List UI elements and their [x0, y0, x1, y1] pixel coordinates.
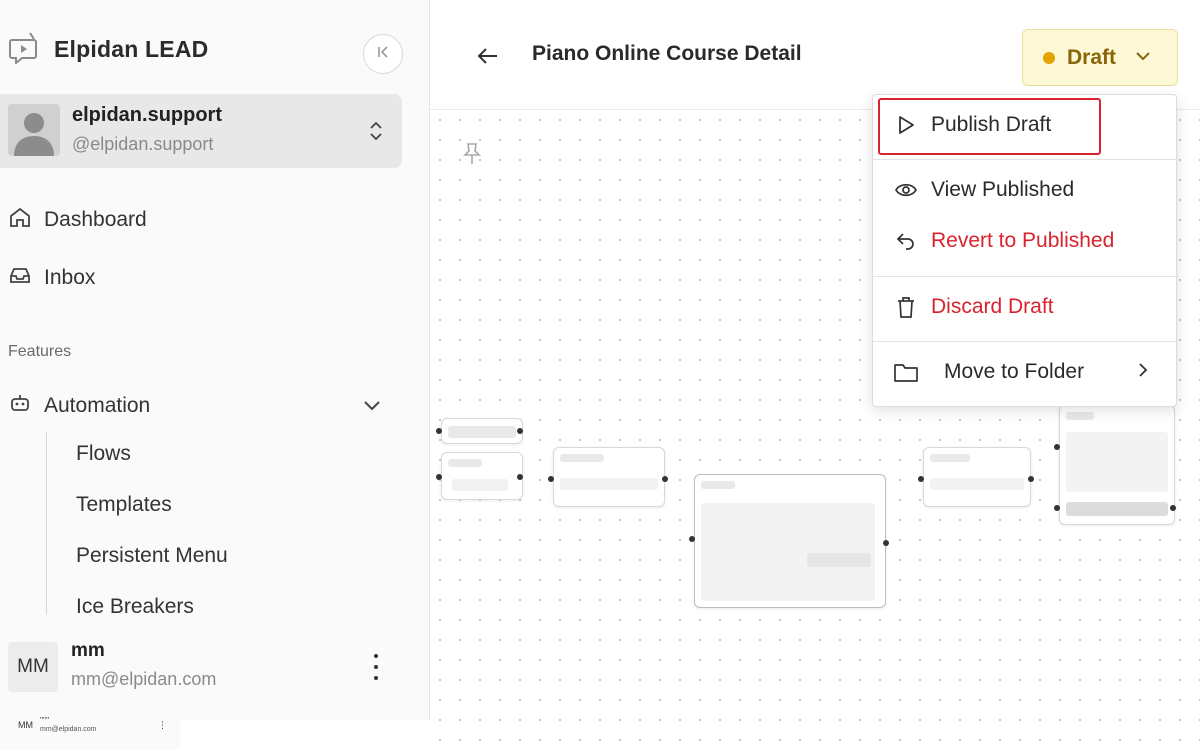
mini-user-avatar: MM — [18, 720, 33, 730]
menu-move-to-folder-label: Move to Folder — [944, 360, 1085, 383]
back-button[interactable] — [474, 44, 502, 72]
collapse-icon — [375, 44, 391, 65]
status-dropdown-button[interactable]: Draft — [1022, 29, 1178, 86]
mini-more-icon[interactable]: ⋮ — [158, 720, 167, 731]
mini-user-name: '''''' — [40, 716, 50, 725]
brand: Elpidan LEAD — [8, 30, 208, 69]
undo-icon — [893, 228, 919, 254]
subnav-flows[interactable]: Flows — [76, 442, 131, 466]
flow-node[interactable] — [1059, 405, 1175, 525]
robot-icon — [8, 391, 32, 421]
account-handle: @elpidan.support — [72, 134, 214, 154]
flow-node[interactable] — [923, 447, 1031, 507]
node-port — [436, 474, 442, 480]
user-email: mm@elpidan.com — [71, 669, 217, 689]
brand-title: Elpidan LEAD — [54, 36, 209, 62]
menu-publish-draft[interactable]: Publish Draft — [873, 105, 1178, 145]
status-label: Draft — [1067, 45, 1117, 69]
status-dropdown-menu: Publish Draft View Published Revert to P… — [872, 94, 1178, 407]
node-port — [1054, 444, 1060, 450]
account-switcher[interactable]: elpidan.support @elpidan.support — [0, 94, 402, 168]
nav-inbox-label: Inbox — [44, 266, 96, 289]
chevron-updown-icon — [362, 116, 390, 146]
node-port — [1170, 505, 1176, 511]
home-icon — [8, 205, 32, 235]
node-port — [662, 476, 668, 482]
nav-automation[interactable]: Automation — [8, 391, 150, 421]
inbox-icon — [8, 263, 32, 293]
folder-icon — [893, 359, 919, 385]
mini-user-footer: MM '''''' mm@elpidan.com ⋮ — [0, 713, 180, 750]
nav-dashboard-label: Dashboard — [44, 208, 147, 231]
nav-dashboard[interactable]: Dashboard — [8, 205, 147, 235]
node-port — [1028, 476, 1034, 482]
pin-icon[interactable] — [462, 142, 482, 171]
collapse-sidebar-button[interactable] — [363, 34, 403, 74]
nav-automation-label: Automation — [44, 394, 151, 417]
page-title: Piano Online Course Detail — [532, 42, 802, 65]
features-section-label: Features — [8, 343, 72, 360]
menu-view-published-label: View Published — [931, 178, 1075, 201]
user-profile: MM mm mm@elpidan.com — [8, 640, 403, 696]
user-avatar: MM — [8, 642, 58, 692]
subnav-ice-breakers[interactable]: Ice Breakers — [76, 595, 194, 619]
node-port — [918, 476, 924, 482]
account-avatar — [8, 104, 60, 156]
node-port — [689, 536, 695, 542]
mini-user-email: mm@elpidan.com — [40, 726, 97, 733]
account-name: elpidan.support — [72, 104, 222, 126]
chevron-down-icon[interactable] — [360, 395, 384, 420]
chevron-down-icon — [1134, 49, 1152, 67]
eye-icon — [893, 177, 919, 203]
menu-view-published[interactable]: View Published — [873, 170, 1178, 210]
nav-inbox[interactable]: Inbox — [8, 263, 95, 293]
menu-discard-draft-label: Discard Draft — [931, 295, 1054, 318]
chevron-right-icon — [1137, 360, 1149, 386]
play-icon — [893, 112, 919, 138]
arrow-left-icon — [477, 47, 499, 70]
mini-footer-blank — [180, 720, 430, 750]
flow-node[interactable] — [441, 452, 523, 500]
menu-move-to-folder[interactable]: Move to Folder — [873, 352, 1178, 392]
brand-logo-icon — [8, 30, 40, 69]
subnav-divider — [46, 432, 47, 615]
menu-revert-to-published[interactable]: Revert to Published — [873, 221, 1178, 261]
node-port — [1054, 505, 1060, 511]
subnav-templates[interactable]: Templates — [76, 493, 172, 517]
flow-node[interactable] — [553, 447, 665, 507]
node-port — [548, 476, 554, 482]
trash-icon — [893, 294, 919, 320]
more-vertical-icon[interactable] — [368, 654, 384, 680]
status-dot — [1043, 51, 1055, 64]
sidebar: Elpidan LEAD elpidan.support @elpidan.su… — [0, 0, 430, 750]
user-name: mm — [71, 640, 105, 661]
node-port — [517, 474, 523, 480]
node-port — [517, 428, 523, 434]
subnav-persistent-menu[interactable]: Persistent Menu — [76, 544, 228, 568]
node-port — [436, 428, 442, 434]
node-port — [883, 540, 889, 546]
flow-node[interactable] — [441, 418, 523, 444]
flow-node[interactable] — [694, 474, 886, 608]
menu-publish-draft-label: Publish Draft — [931, 113, 1052, 136]
menu-revert-to-published-label: Revert to Published — [931, 229, 1115, 252]
menu-discard-draft[interactable]: Discard Draft — [873, 287, 1178, 327]
